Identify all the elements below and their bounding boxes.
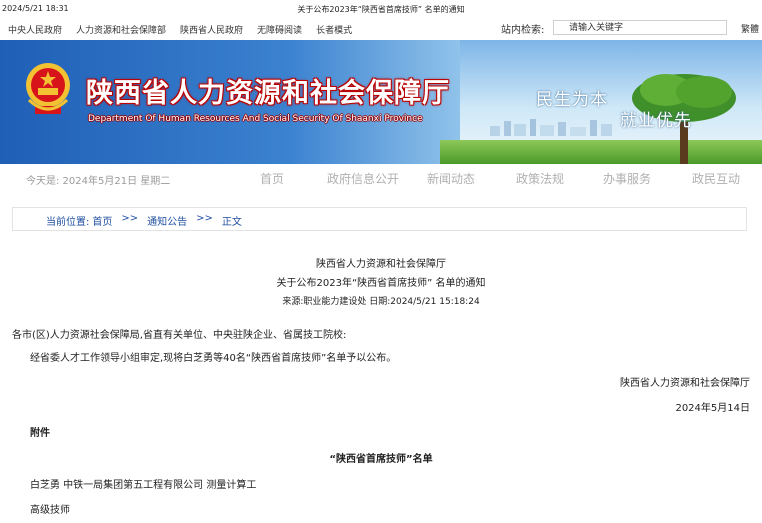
article-sign-date: 2024年5月14日 <box>675 403 750 414</box>
print-header: 2024/5/21 18:31 关于公布2023年“陕西省首席技师” 名单的通知 <box>0 0 762 16</box>
top-link-accessibility[interactable]: 无障碍阅读 <box>257 23 302 36</box>
article-title: 关于公布2023年“陕西省首席技师” 名单的通知 <box>276 278 486 289</box>
breadcrumb-current: 正文 <box>221 217 242 228</box>
main-nav: 今天是: 2024年5月21日 星期二 首页 政府信息公开 新闻动态 政策法规 … <box>0 164 762 194</box>
print-page-title: 关于公布2023年“陕西省首席技师” 名单的通知 <box>297 5 465 14</box>
top-link-mohrss[interactable]: 人力资源和社会保障部 <box>76 23 166 36</box>
article-body: 经省委人才工作领导小组审定,现将白芝勇等40名“陕西省首席技师”名单予以公布。 <box>30 353 397 364</box>
search-label: 站内检索: <box>501 25 545 36</box>
breadcrumb-separator: >> <box>196 213 213 224</box>
banner-slogan-2: 就业优先 <box>620 111 692 131</box>
top-nav: 中央人民政府 人力资源和社会保障部 陕西省人民政府 无障碍阅读 长者模式 站内检… <box>0 18 762 40</box>
nav-item-home[interactable]: 首页 <box>260 170 284 187</box>
list-entry-level: 高级技师 <box>30 505 70 516</box>
national-emblem-icon <box>26 63 70 114</box>
search-input[interactable]: 请输入关键字 <box>553 20 727 35</box>
top-link-shaanxi-gov[interactable]: 陕西省人民政府 <box>180 23 243 36</box>
breadcrumb-home[interactable]: 首页 <box>92 213 112 228</box>
today-date: 今天是: 2024年5月21日 星期二 <box>26 176 171 187</box>
list-entry: 白芝勇 中铁一局集团第五工程有限公司 测量计算工 <box>30 480 257 491</box>
nav-item-services[interactable]: 办事服务 <box>603 170 651 187</box>
banner-title: 陕西省人力资源和社会保障厅 <box>86 78 450 109</box>
breadcrumb-label: 当前位置: <box>46 217 90 228</box>
top-links: 中央人民政府 人力资源和社会保障部 陕西省人民政府 无障碍阅读 长者模式 <box>8 23 352 36</box>
attachment-label: 附件 <box>30 428 50 439</box>
breadcrumb-separator: >> <box>121 213 139 224</box>
list-title: “陕西省首席技师”名单 <box>329 454 433 465</box>
nav-item-policy[interactable]: 政策法规 <box>516 170 564 187</box>
site-banner: 陕西省人力资源和社会保障厅 Department Of Human Resour… <box>0 40 762 164</box>
article-salutation: 各市(区)人力资源社会保障局,省直有关单位、中央驻陕企业、省属技工院校: <box>12 330 347 341</box>
article-org: 陕西省人力资源和社会保障厅 <box>316 259 446 270</box>
nav-item-interaction[interactable]: 政民互动 <box>692 170 740 187</box>
banner-slogan-1: 民生为本 <box>536 90 608 110</box>
banner-subtitle: Department Of Human Resources And Social… <box>88 114 423 124</box>
nav-item-gov-info[interactable]: 政府信息公开 <box>327 170 399 187</box>
breadcrumb: 当前位置: 首页 >> 通知公告 >> 正文 <box>12 207 747 231</box>
nav-item-news[interactable]: 新闻动态 <box>427 170 475 187</box>
breadcrumb-notices[interactable]: 通知公告 <box>147 213 187 228</box>
traditional-chinese-link[interactable]: 繁體 <box>741 22 759 35</box>
article-signature: 陕西省人力资源和社会保障厅 <box>620 378 750 389</box>
article-meta: 来源:职业能力建设处 日期:2024/5/21 15:18:24 <box>282 297 480 307</box>
top-link-central-gov[interactable]: 中央人民政府 <box>8 23 62 36</box>
top-link-elder-mode[interactable]: 长者模式 <box>316 23 352 36</box>
